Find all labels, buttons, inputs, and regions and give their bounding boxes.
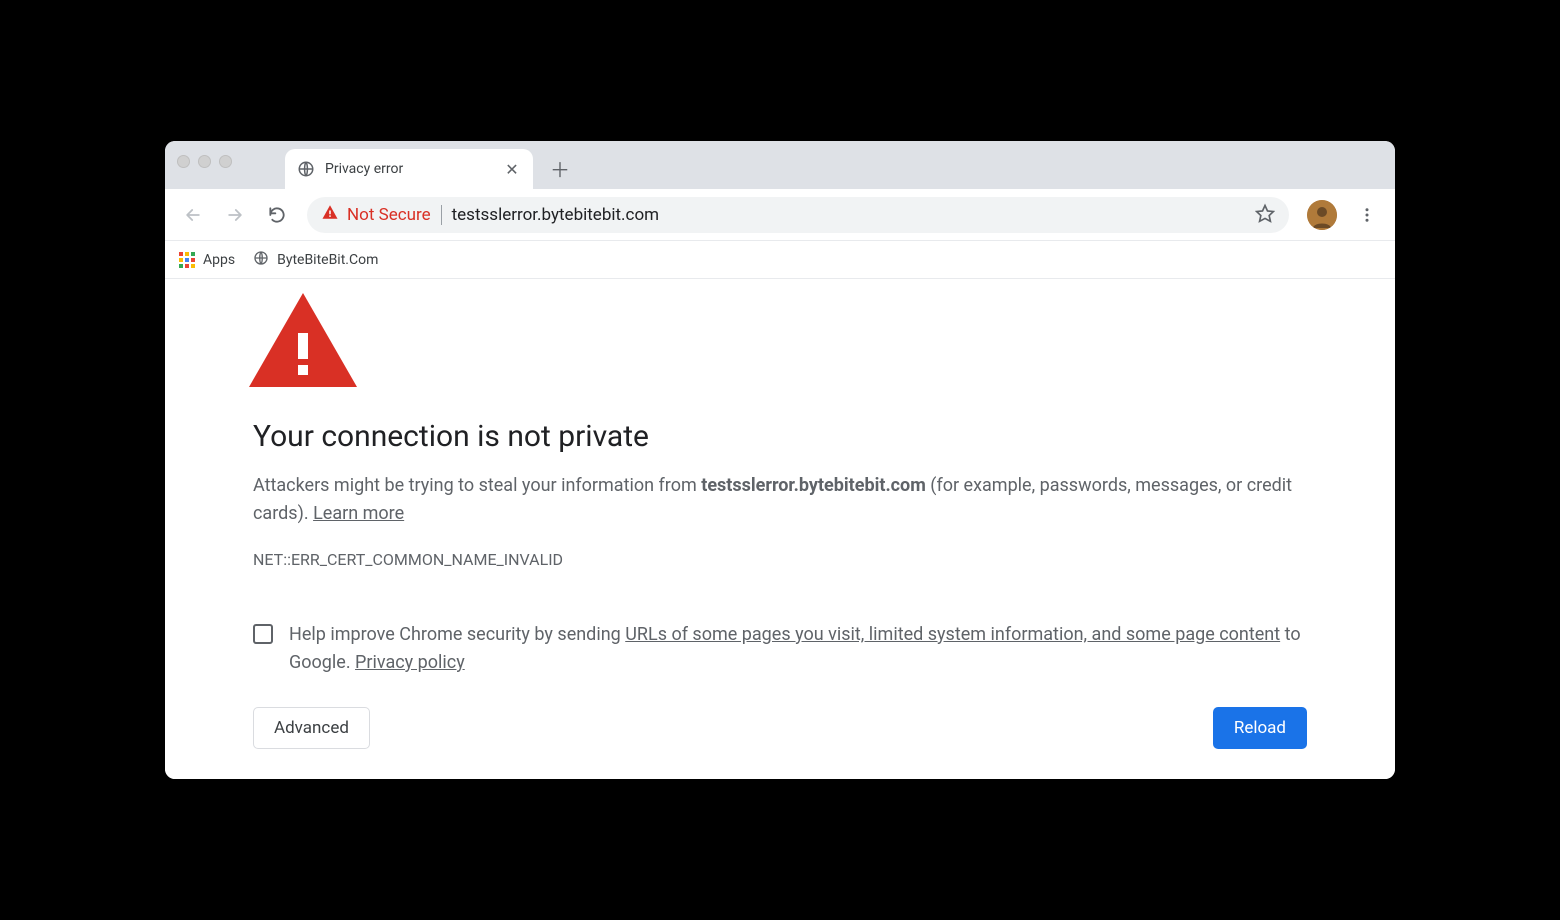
address-bar[interactable]: Not Secure testsslerror.bytebitebit.com (307, 197, 1289, 233)
reload-page-button[interactable]: Reload (1213, 707, 1307, 749)
error-code: NET::ERR_CERT_COMMON_NAME_INVALID (253, 550, 1307, 569)
maximize-window-button[interactable] (219, 155, 232, 168)
toolbar: Not Secure testsslerror.bytebitebit.com (165, 189, 1395, 241)
globe-icon (297, 160, 315, 178)
ssl-error-page: Your connection is not private Attackers… (165, 279, 1395, 779)
warning-triangle-icon (321, 203, 339, 226)
back-button[interactable] (175, 197, 211, 233)
error-body: Attackers might be trying to steal your … (253, 472, 1307, 528)
tab-title: Privacy error (325, 161, 493, 177)
privacy-policy-link[interactable]: Privacy policy (355, 652, 465, 673)
close-tab-button[interactable]: ✕ (503, 160, 521, 179)
learn-more-link[interactable]: Learn more (313, 503, 404, 524)
tab-strip: Privacy error ✕ ＋ (165, 141, 1395, 189)
security-label: Not Secure (347, 205, 431, 225)
globe-icon (253, 250, 269, 270)
apps-label: Apps (203, 252, 235, 268)
body-domain: testsslerror.bytebitebit.com (701, 475, 926, 496)
warning-triangle-icon (249, 293, 1307, 391)
minimize-window-button[interactable] (198, 155, 211, 168)
bookmark-label: ByteBiteBit.Com (277, 252, 378, 268)
apps-grid-icon (179, 252, 195, 268)
profile-avatar[interactable] (1307, 200, 1337, 230)
window-controls (177, 155, 232, 168)
optin-details-link[interactable]: URLs of some pages you visit, limited sy… (625, 624, 1280, 645)
new-tab-button[interactable]: ＋ (543, 151, 577, 185)
reload-button[interactable] (259, 197, 295, 233)
button-row: Advanced Reload (253, 707, 1307, 749)
bookmark-item[interactable]: ByteBiteBit.Com (253, 250, 378, 270)
apps-shortcut[interactable]: Apps (179, 252, 235, 268)
bookmarks-bar: Apps ByteBiteBit.Com (165, 241, 1395, 279)
reporting-optin: Help improve Chrome security by sending … (253, 621, 1307, 677)
body-text-before: Attackers might be trying to steal your … (253, 475, 701, 496)
url-text: testsslerror.bytebitebit.com (452, 205, 1245, 225)
divider (441, 205, 442, 225)
advanced-button[interactable]: Advanced (253, 707, 370, 749)
browser-window: Privacy error ✕ ＋ Not Secure testsslerro… (165, 141, 1395, 779)
browser-tab[interactable]: Privacy error ✕ (285, 149, 533, 189)
optin-checkbox[interactable] (253, 624, 273, 644)
optin-text-before: Help improve Chrome security by sending (289, 624, 625, 645)
close-window-button[interactable] (177, 155, 190, 168)
kebab-menu-icon[interactable] (1349, 197, 1385, 233)
bookmark-star-icon[interactable] (1255, 203, 1275, 227)
security-indicator[interactable]: Not Secure (321, 203, 431, 226)
forward-button[interactable] (217, 197, 253, 233)
error-heading: Your connection is not private (253, 419, 1307, 454)
